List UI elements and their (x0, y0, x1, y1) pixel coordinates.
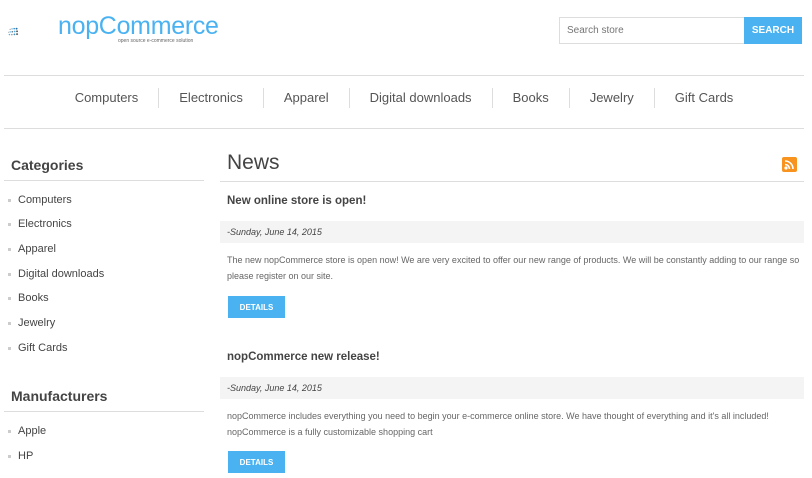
page-title: News (227, 151, 280, 174)
manufacturer-hp[interactable]: HP (8, 450, 33, 462)
nav-digital-downloads[interactable]: Digital downloads (348, 88, 492, 108)
nav-gift-cards[interactable]: Gift Cards (653, 88, 754, 108)
logo-tagline: open source e-commerce solution (118, 38, 194, 44)
search-button[interactable]: SEARCH (744, 17, 802, 44)
details-button[interactable]: DETAILS (228, 296, 285, 318)
search-input[interactable] (559, 17, 745, 44)
divider (4, 75, 804, 76)
categories-title: Categories (11, 157, 84, 173)
category-jewelry[interactable]: Jewelry (8, 317, 55, 329)
divider (4, 128, 804, 129)
news-item-date: -Sunday, June 14, 2015 (220, 377, 804, 399)
category-electronics[interactable]: Electronics (8, 218, 72, 230)
category-computers[interactable]: Computers (8, 194, 72, 206)
news-item-body: nopCommerce includes everything you need… (227, 411, 769, 437)
logo-text[interactable]: nopCommerce (58, 12, 219, 41)
details-button[interactable]: DETAILS (228, 451, 285, 473)
nav-apparel[interactable]: Apparel (262, 88, 349, 108)
logo-icon[interactable] (8, 12, 58, 52)
category-gift-cards[interactable]: Gift Cards (8, 342, 68, 354)
top-menu: Computers Electronics Apparel Digital do… (4, 88, 804, 108)
nav-jewelry[interactable]: Jewelry (568, 88, 654, 108)
news-item-title[interactable]: New online store is open! (227, 195, 366, 207)
manufacturers-title: Manufacturers (11, 388, 108, 404)
news-item-title[interactable]: nopCommerce new release! (227, 351, 380, 363)
rss-icon[interactable] (782, 157, 797, 172)
nav-books[interactable]: Books (491, 88, 569, 108)
nav-computers[interactable]: Computers (55, 88, 159, 108)
category-digital-downloads[interactable]: Digital downloads (8, 268, 104, 280)
category-books[interactable]: Books (8, 292, 49, 304)
divider (4, 411, 204, 412)
news-item-date: -Sunday, June 14, 2015 (220, 221, 804, 243)
news-item-body: The new nopCommerce store is open now! W… (227, 255, 800, 281)
divider (220, 181, 804, 182)
manufacturer-apple[interactable]: Apple (8, 425, 46, 437)
divider (4, 180, 204, 181)
nav-electronics[interactable]: Electronics (158, 88, 263, 108)
category-apparel[interactable]: Apparel (8, 243, 56, 255)
